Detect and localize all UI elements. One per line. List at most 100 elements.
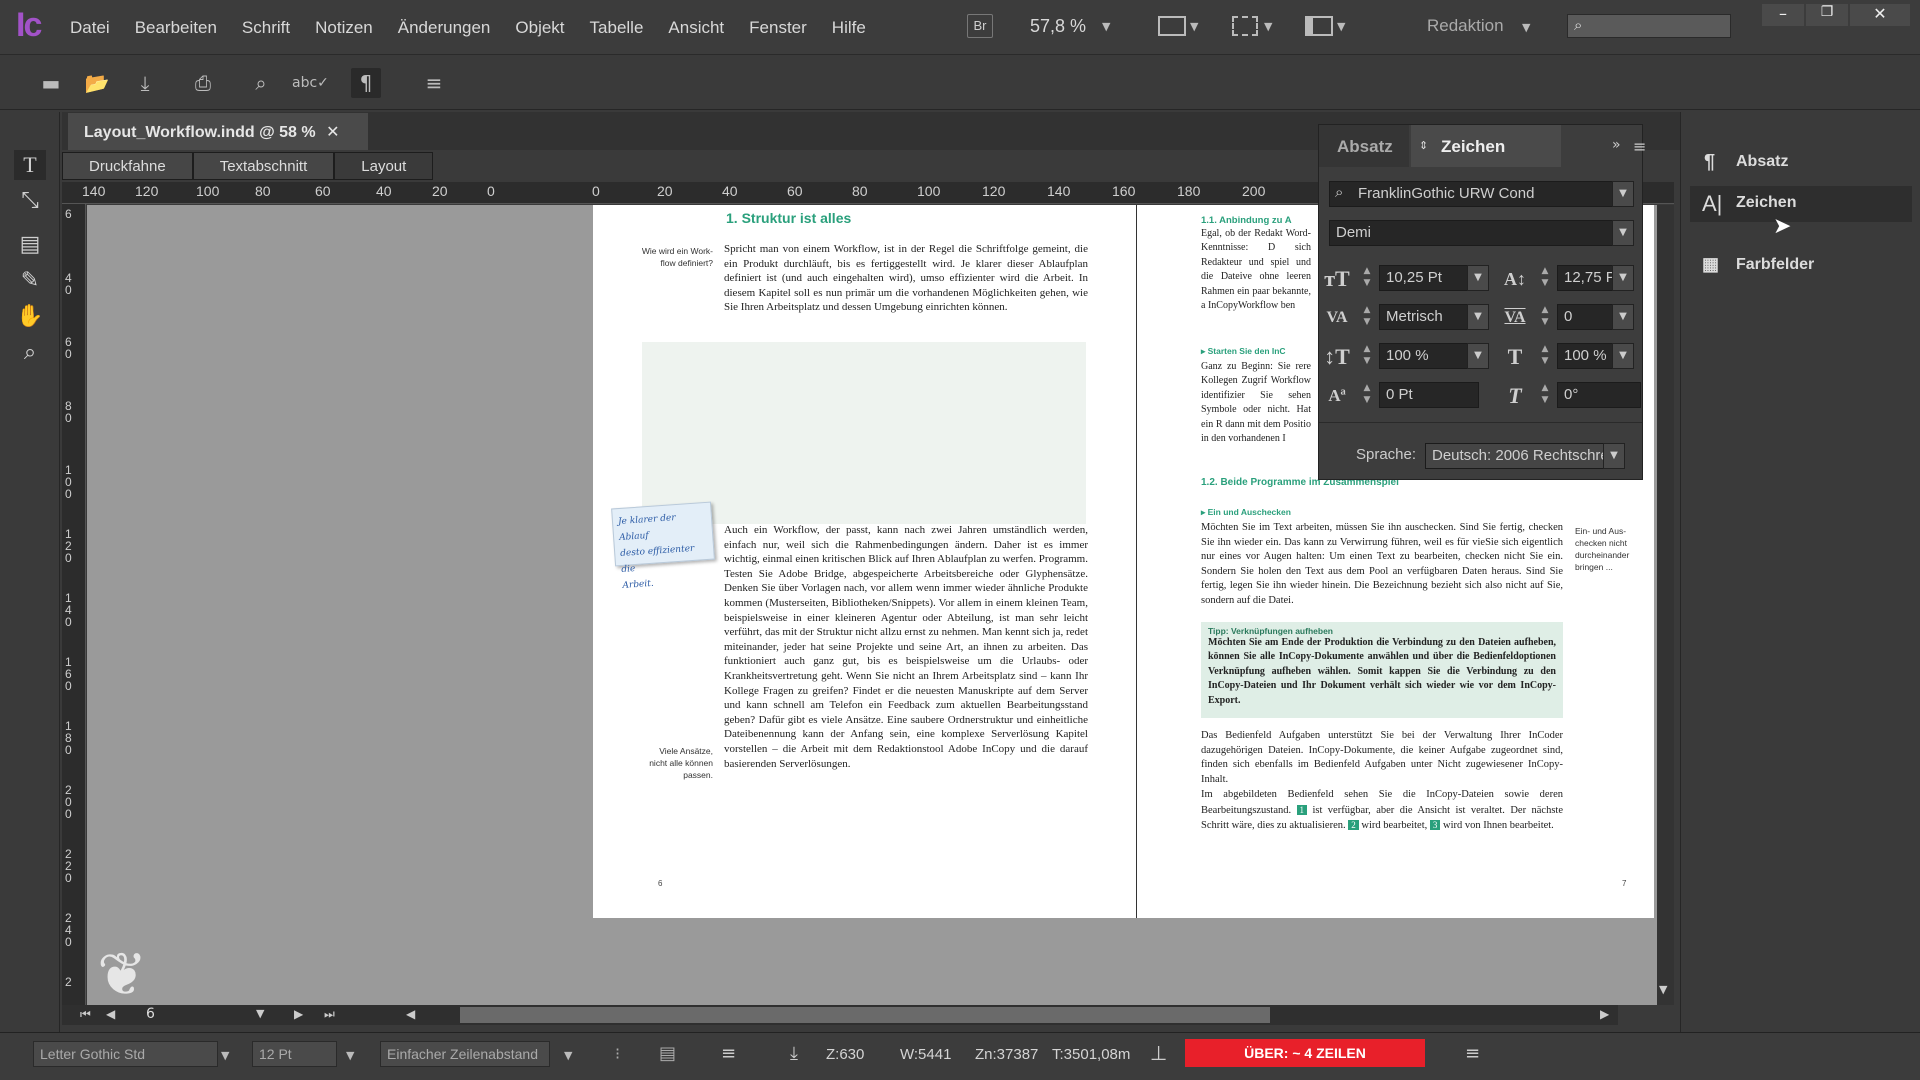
skew-field[interactable]: 0°	[1557, 382, 1641, 408]
sticky-note[interactable]: Je klarer der Ablauf desto effizienter d…	[611, 501, 715, 591]
tab-zeichen[interactable]: Zeichen	[1411, 125, 1561, 167]
first-page-icon[interactable]: ⏮	[80, 1007, 91, 1022]
arrange-documents-icon[interactable]	[1305, 16, 1333, 36]
leading-dropdown-icon[interactable]: ▼	[1612, 265, 1634, 291]
kerning-stepper[interactable]: ▲ ▼	[1357, 304, 1377, 330]
toolbar-menu-icon[interactable]: ≡	[419, 68, 449, 98]
baseline-shift-field[interactable]: 0 Pt	[1379, 382, 1479, 408]
view-options-icon[interactable]	[1232, 16, 1258, 36]
menu-ansicht[interactable]: Ansicht	[668, 18, 724, 38]
scroll-down-icon[interactable]: ▼	[1659, 983, 1667, 996]
zoom-tool-icon[interactable]: ⌕	[14, 338, 46, 368]
tracking-dropdown-icon[interactable]: ▼	[1612, 304, 1634, 330]
tab-absatz[interactable]: Absatz	[1319, 125, 1409, 167]
status-font-dropdown-icon[interactable]: ▼	[221, 1049, 229, 1062]
next-page-icon[interactable]: ▶	[294, 1007, 303, 1021]
font-family-field[interactable]: FranklinGothic URW Cond	[1329, 181, 1613, 207]
close-window-button[interactable]: ✕	[1850, 4, 1910, 26]
workspace-dropdown-icon[interactable]: ▼	[1522, 21, 1530, 34]
line-numbers-icon[interactable]: ⁝	[615, 1044, 620, 1063]
scrollbar-thumb[interactable]	[460, 1007, 1270, 1023]
open-folder-icon[interactable]: 📂	[82, 68, 112, 98]
zoom-dropdown-icon[interactable]: ▼	[1102, 20, 1110, 33]
spellcheck-icon[interactable]: abc✓	[292, 68, 329, 98]
font-size-field[interactable]: 10,25 Pt	[1379, 265, 1469, 291]
menu-schrift[interactable]: Schrift	[242, 18, 290, 38]
tab-druckfahne[interactable]: Druckfahne	[62, 152, 193, 180]
menu-fenster[interactable]: Fenster	[749, 18, 807, 38]
horizontal-scale-stepper[interactable]: ▲ ▼	[1535, 343, 1555, 369]
workspace-switcher[interactable]: Redaktion	[1427, 16, 1504, 36]
position-tool-icon[interactable]: ⤡	[14, 186, 46, 216]
font-family-dropdown-icon[interactable]: ▼	[1612, 181, 1634, 207]
save-icon[interactable]: ⤓	[130, 68, 160, 98]
page-dropdown-icon[interactable]: ▼	[256, 1007, 264, 1020]
horizontal-scrollbar[interactable]: ◀ ▶	[400, 1005, 1618, 1025]
view-options-dropdown-icon[interactable]: ▼	[1264, 20, 1272, 33]
vertical-scale-stepper[interactable]: ▲ ▼	[1357, 343, 1377, 369]
previous-page-icon[interactable]: ◀	[106, 1007, 115, 1021]
menu-hilfe[interactable]: Hilfe	[832, 18, 866, 38]
status-size-field[interactable]: 12 Pt	[252, 1041, 337, 1067]
menu-tabelle[interactable]: Tabelle	[590, 18, 644, 38]
font-style-dropdown-icon[interactable]: ▼	[1612, 220, 1634, 246]
kerning-dropdown-icon[interactable]: ▼	[1467, 304, 1489, 330]
new-document-icon[interactable]: ▬	[36, 68, 66, 98]
note-tool-icon[interactable]: ▤	[14, 230, 46, 260]
leading-stepper[interactable]: ▲ ▼	[1535, 265, 1555, 291]
page-left[interactable]: 1. Struktur ist alles Wie wird ein Work-…	[593, 205, 1136, 918]
zoom-level[interactable]: 57,8 %	[1030, 16, 1086, 37]
bridge-button[interactable]: Br	[967, 14, 993, 38]
type-tool-icon[interactable]: T	[14, 150, 46, 180]
menu-objekt[interactable]: Objekt	[515, 18, 564, 38]
status-spacing-dropdown-icon[interactable]: ▼	[564, 1049, 572, 1062]
scroll-right-icon[interactable]: ▶	[1600, 1007, 1609, 1021]
screen-mode-icon[interactable]	[1158, 16, 1186, 36]
minimize-button[interactable]: –	[1762, 4, 1804, 26]
find-icon[interactable]: ⌕	[246, 68, 276, 98]
tab-layout[interactable]: Layout	[334, 152, 434, 180]
print-icon[interactable]: ⎙	[188, 68, 218, 98]
dock-item-zeichen[interactable]: A| Zeichen	[1690, 186, 1912, 222]
font-size-stepper[interactable]: ▲ ▼	[1357, 265, 1377, 291]
vertical-scale-dropdown-icon[interactable]: ▼	[1467, 343, 1489, 369]
baseline-shift-stepper[interactable]: ▲ ▼	[1357, 382, 1377, 408]
status-font-field[interactable]: Letter Gothic Std	[33, 1041, 218, 1067]
collapse-panel-icon[interactable]: »	[1612, 137, 1621, 153]
tracking-field[interactable]: 0	[1557, 304, 1619, 330]
horizontal-scale-dropdown-icon[interactable]: ▼	[1612, 343, 1634, 369]
arrange-dropdown-icon[interactable]: ▼	[1337, 20, 1345, 33]
document-tab[interactable]: Layout_Workflow.indd @ 58 % ✕	[68, 113, 368, 150]
menu-aenderungen[interactable]: Änderungen	[398, 18, 491, 38]
screen-mode-dropdown-icon[interactable]: ▼	[1190, 20, 1198, 33]
menu-bearbeiten[interactable]: Bearbeiten	[135, 18, 217, 38]
tab-textabschnitt[interactable]: Textabschnitt	[192, 152, 335, 180]
dock-item-farbfelder[interactable]: ▦ Farbfelder	[1690, 248, 1912, 284]
kerning-field[interactable]: Metrisch	[1379, 304, 1469, 330]
panel-menu-icon[interactable]: ≡	[1633, 137, 1646, 156]
show-hidden-characters-icon[interactable]: ¶	[351, 68, 381, 98]
overset-indicator[interactable]: ÜBER: ~ 4 ZEILEN	[1185, 1039, 1425, 1067]
copyfit-menu-icon[interactable]: ≡	[1465, 1043, 1480, 1064]
scroll-left-icon[interactable]: ◀	[406, 1007, 415, 1021]
menu-datei[interactable]: Datei	[70, 18, 110, 38]
vertical-scrollbar[interactable]: ▼	[1657, 205, 1674, 1005]
eyedropper-tool-icon[interactable]: ✎	[14, 266, 46, 296]
search-input[interactable]: ⌕	[1567, 14, 1731, 38]
status-spacing-field[interactable]: Einfacher Zeilenabstand	[380, 1041, 550, 1067]
status-menu-icon[interactable]: ≡	[721, 1043, 736, 1064]
dock-item-absatz[interactable]: ¶ Absatz	[1690, 145, 1912, 181]
close-tab-icon[interactable]: ✕	[326, 124, 339, 141]
restore-button[interactable]: ❐	[1806, 4, 1848, 26]
leading-field[interactable]: 12,75 Pt	[1557, 265, 1619, 291]
font-style-field[interactable]: Demi	[1329, 220, 1613, 246]
horizontal-scale-field[interactable]: 100 %	[1557, 343, 1619, 369]
status-size-dropdown-icon[interactable]: ▼	[346, 1049, 354, 1062]
hand-tool-icon[interactable]: ✋	[14, 302, 46, 332]
menu-notizen[interactable]: Notizen	[315, 18, 373, 38]
language-dropdown-icon[interactable]: ▼	[1603, 443, 1625, 469]
skew-stepper[interactable]: ▲ ▼	[1535, 382, 1555, 408]
font-size-dropdown-icon[interactable]: ▼	[1467, 265, 1489, 291]
last-page-icon[interactable]: ⏭	[324, 1007, 335, 1022]
language-field[interactable]: Deutsch: 2006 Rechtschre...	[1425, 443, 1605, 469]
